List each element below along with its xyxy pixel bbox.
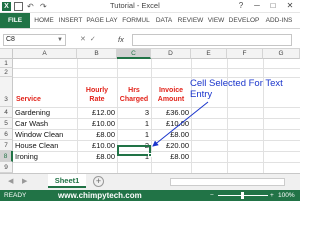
- nav-next-icon[interactable]: ▶: [22, 177, 27, 185]
- annotation-arrow: [152, 101, 209, 147]
- zoom-slider-thumb[interactable]: [241, 192, 244, 199]
- status-ready: READY: [4, 192, 27, 199]
- sheet-tab-sheet1[interactable]: Sheet1: [48, 174, 86, 188]
- zoom-out-button[interactable]: −: [210, 190, 214, 201]
- sheet-tabs-bar: ◀ ▶ Sheet1 +: [0, 173, 300, 190]
- watermark: www.chimpytech.com: [58, 191, 142, 200]
- nav-prev-icon[interactable]: ◀: [8, 177, 13, 185]
- zoom-level[interactable]: 100%: [278, 190, 295, 201]
- zoom-in-button[interactable]: +: [270, 190, 274, 201]
- status-bar: READY www.chimpytech.com − + 100%: [0, 190, 300, 201]
- add-sheet-button[interactable]: +: [93, 176, 104, 187]
- horizontal-scrollbar[interactable]: [170, 178, 285, 186]
